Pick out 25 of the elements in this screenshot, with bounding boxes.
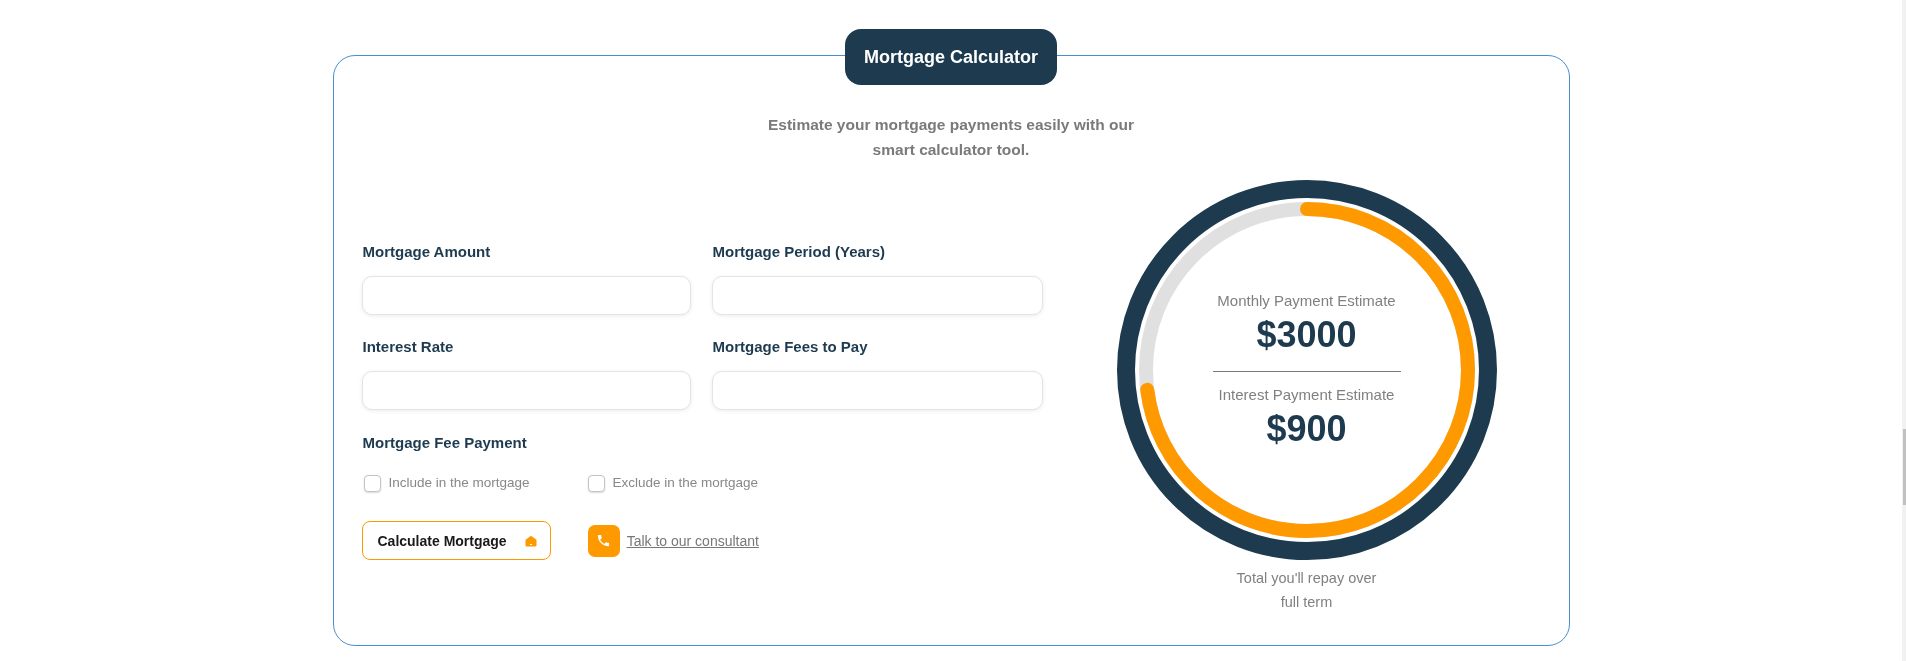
field-label: Mortgage Amount: [362, 242, 491, 262]
checkbox-label[interactable]: Include in the mortgage: [388, 473, 530, 493]
estimate-amount: $3000: [1256, 314, 1357, 355]
calculate-button[interactable]: Calculate Mortgage: [361, 521, 551, 560]
checkbox-label[interactable]: Exclude in the mortgage: [612, 473, 759, 493]
input-field[interactable]: [711, 371, 1043, 410]
subtitle-text: Estimate your mortgage payments easily with our smart calculator tool.: [766, 115, 1136, 160]
field-label: Interest Rate: [362, 337, 454, 357]
estimate-amount: $900: [1266, 409, 1347, 450]
estimate-label: Interest Payment Estimate: [1218, 385, 1395, 406]
input-field[interactable]: [361, 371, 691, 410]
checkbox[interactable]: [587, 474, 605, 492]
checkbox[interactable]: [363, 474, 381, 492]
input-field[interactable]: [711, 276, 1043, 315]
house-icon: [524, 534, 537, 547]
field-label: Mortgage Fees to Pay: [712, 337, 868, 357]
repay-caption: Total you'll repay over full term: [1235, 569, 1378, 612]
estimate-label: Monthly Payment Estimate: [1217, 290, 1396, 311]
calculator-title: Mortgage Calculator: [845, 29, 1057, 85]
phone-icon[interactable]: [587, 524, 620, 557]
scrollbar-thumb[interactable]: [1903, 429, 1906, 505]
consultant-link[interactable]: Talk to our consultant: [626, 532, 759, 549]
input-field[interactable]: [361, 276, 691, 315]
field-label: Mortgage Period (Years): [712, 242, 886, 262]
fee-payment-label: Mortgage Fee Payment: [362, 433, 527, 453]
